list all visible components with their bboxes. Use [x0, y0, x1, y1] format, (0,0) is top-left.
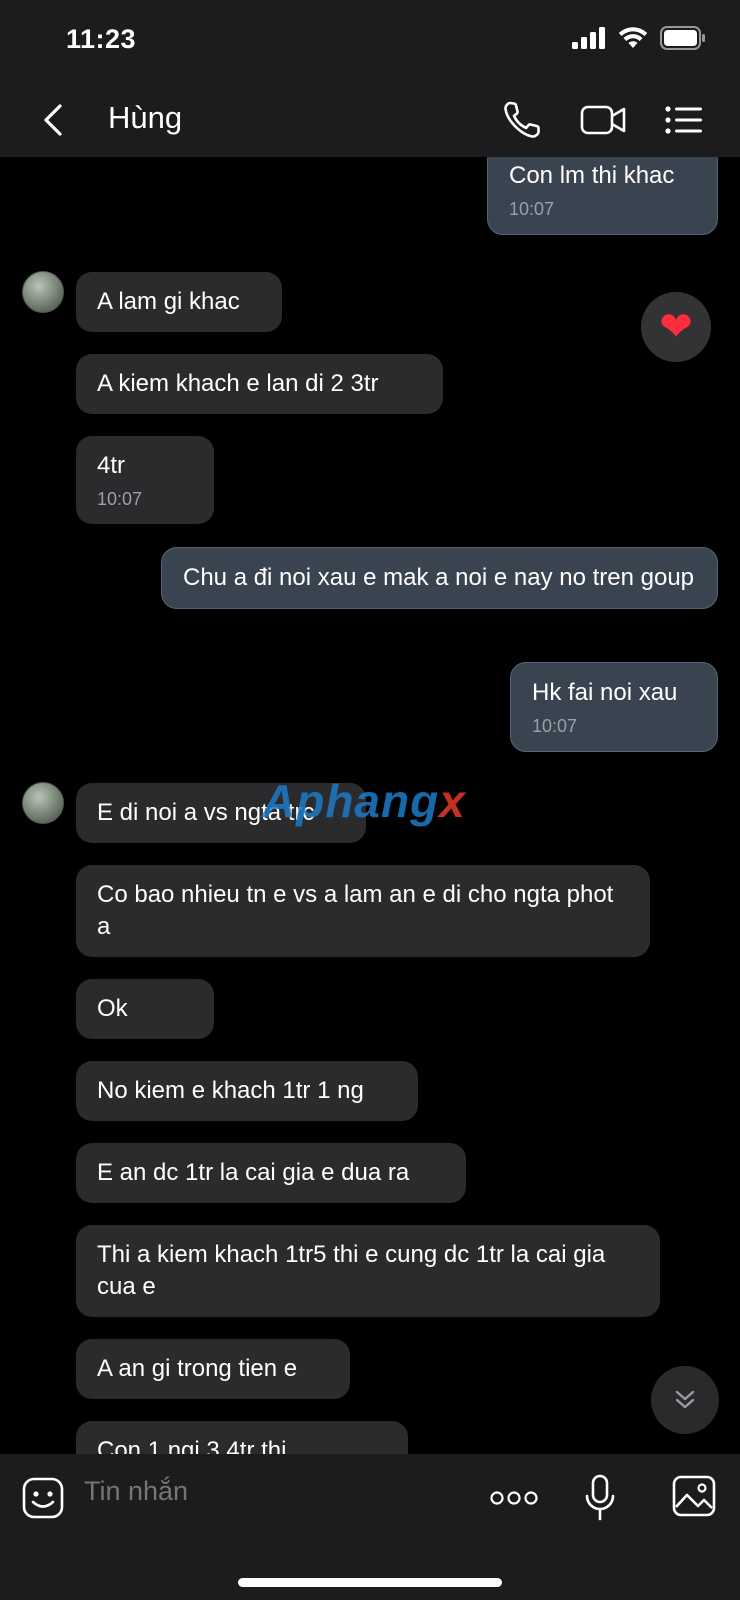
message-time: 10:07 [532, 716, 578, 736]
message-bubble-incoming[interactable]: Con 1 ngi 3 4tr thi [76, 1421, 408, 1454]
scroll-to-bottom-button[interactable] [651, 1366, 719, 1434]
sticker-emoji-icon[interactable] [22, 1477, 64, 1519]
message-time: 10:07 [97, 489, 143, 509]
message-text: Hk fai noi xau [532, 679, 678, 706]
message-text: Con lm thi khac [509, 162, 675, 189]
back-chevron-icon[interactable] [36, 100, 72, 140]
message-bubble-incoming[interactable]: Co bao nhieu tn e vs a lam an e di cho n… [76, 865, 650, 957]
message-bubble-incoming[interactable]: 4tr 10:07 [76, 436, 214, 524]
status-bar: 11:23 [0, 0, 740, 82]
battery-icon [660, 26, 705, 50]
gallery-image-icon[interactable] [672, 1475, 716, 1517]
message-bubble-incoming[interactable]: E an dc 1tr la cai gia e dua ra [76, 1143, 466, 1203]
message-bubble-incoming[interactable]: Thi a kiem khach 1tr5 thi e cung dc 1tr … [76, 1225, 660, 1317]
phone-call-icon[interactable] [500, 98, 544, 142]
watermark-text: Aphang [262, 775, 440, 827]
message-text: Thi a kiem khach 1tr5 thi e cung dc 1tr … [97, 1241, 606, 1300]
chat-header: Hùng [0, 82, 740, 157]
message-bubble-outgoing[interactable]: Chu a đi noi xau e mak a noi e nay no tr… [161, 547, 718, 609]
status-icons [572, 26, 706, 50]
message-text: No kiem e khach 1tr 1 ng [97, 1077, 364, 1104]
message-text: Co bao nhieu tn e vs a lam an e di cho n… [97, 881, 614, 940]
message-bubble-outgoing[interactable]: Con lm thi khac 10:07 [487, 157, 718, 235]
microphone-icon[interactable] [584, 1474, 616, 1522]
more-options-icon[interactable] [490, 1488, 538, 1508]
message-text: Chu a đi noi xau e mak a noi e nay no tr… [183, 564, 695, 591]
message-bubble-incoming[interactable]: A kiem khach e lan di 2 3tr [76, 354, 443, 414]
message-text: E an dc 1tr la cai gia e dua ra [97, 1159, 410, 1186]
message-text: Ok [97, 995, 128, 1022]
message-time: 10:07 [509, 199, 555, 219]
message-text: A lam gi khac [97, 288, 240, 315]
watermark-logo: Aphangx [262, 774, 466, 828]
wifi-icon [618, 27, 648, 48]
status-time: 11:23 [66, 24, 137, 54]
video-call-icon[interactable] [580, 98, 628, 142]
menu-list-icon[interactable] [664, 98, 704, 142]
home-indicator [238, 1578, 502, 1587]
message-composer [0, 1454, 740, 1600]
cellular-signal-icon [572, 27, 605, 49]
message-bubble-incoming[interactable]: A lam gi khac [76, 272, 282, 332]
contact-name[interactable]: Hùng [108, 100, 182, 136]
watermark-accent: x [439, 775, 466, 827]
reaction-badge[interactable]: ❤ [641, 292, 711, 362]
heart-icon: ❤ [659, 305, 693, 349]
message-bubble-incoming[interactable]: No kiem e khach 1tr 1 ng [76, 1061, 418, 1121]
message-input[interactable] [84, 1476, 444, 1507]
message-text: Con 1 ngi 3 4tr thi [97, 1437, 287, 1454]
avatar[interactable] [22, 782, 64, 824]
message-bubble-incoming[interactable]: A an gi trong tien e [76, 1339, 350, 1399]
message-bubble-outgoing[interactable]: Hk fai noi xau 10:07 [510, 662, 718, 752]
message-text: A kiem khach e lan di 2 3tr [97, 370, 379, 397]
avatar[interactable] [22, 271, 64, 313]
message-text: A an gi trong tien e [97, 1355, 298, 1382]
double-chevron-down-icon [675, 1390, 695, 1409]
message-bubble-incoming[interactable]: Ok [76, 979, 214, 1039]
message-text: 4tr [97, 452, 126, 479]
